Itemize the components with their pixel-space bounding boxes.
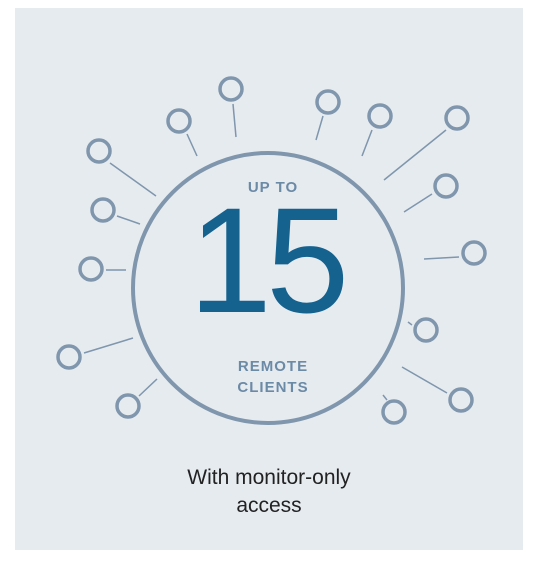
- spoke-line: [423, 256, 460, 260]
- caption-line-2: access: [236, 494, 302, 517]
- max-clients-number: 15: [189, 176, 344, 344]
- spoke-line: [315, 115, 324, 141]
- client-node-icon: [461, 240, 487, 266]
- client-node-icon: [115, 393, 141, 419]
- spoke-line: [83, 337, 134, 354]
- client-node-icon: [413, 317, 439, 343]
- spoke-line: [382, 394, 388, 401]
- spoke-line: [116, 215, 141, 225]
- client-node-icon: [444, 105, 470, 131]
- client-node-icon: [381, 399, 407, 425]
- client-node-icon: [218, 76, 244, 102]
- client-node-icon: [166, 108, 192, 134]
- remote-label: REMOTE: [238, 358, 308, 375]
- spoke-line: [109, 162, 157, 197]
- client-node-icon: [86, 138, 112, 164]
- spoke-line: [138, 378, 158, 397]
- client-node-icon: [448, 387, 474, 413]
- spoke-line: [401, 366, 448, 394]
- spoke-line: [186, 133, 198, 157]
- client-node-icon: [315, 89, 341, 115]
- client-node-icon: [78, 256, 104, 282]
- spoke-line: [232, 103, 237, 138]
- caption: With monitor-only access: [15, 464, 523, 520]
- clients-label: CLIENTS: [237, 379, 308, 396]
- client-node-icon: [367, 103, 393, 129]
- spoke-line: [407, 321, 413, 326]
- client-node-icon: [433, 173, 459, 199]
- caption-line-1: With monitor-only: [187, 466, 351, 489]
- spoke-line: [403, 193, 433, 213]
- client-node-icon: [56, 344, 82, 370]
- spoke-line: [361, 129, 373, 157]
- client-node-icon: [90, 197, 116, 223]
- spoke-line: [383, 129, 447, 181]
